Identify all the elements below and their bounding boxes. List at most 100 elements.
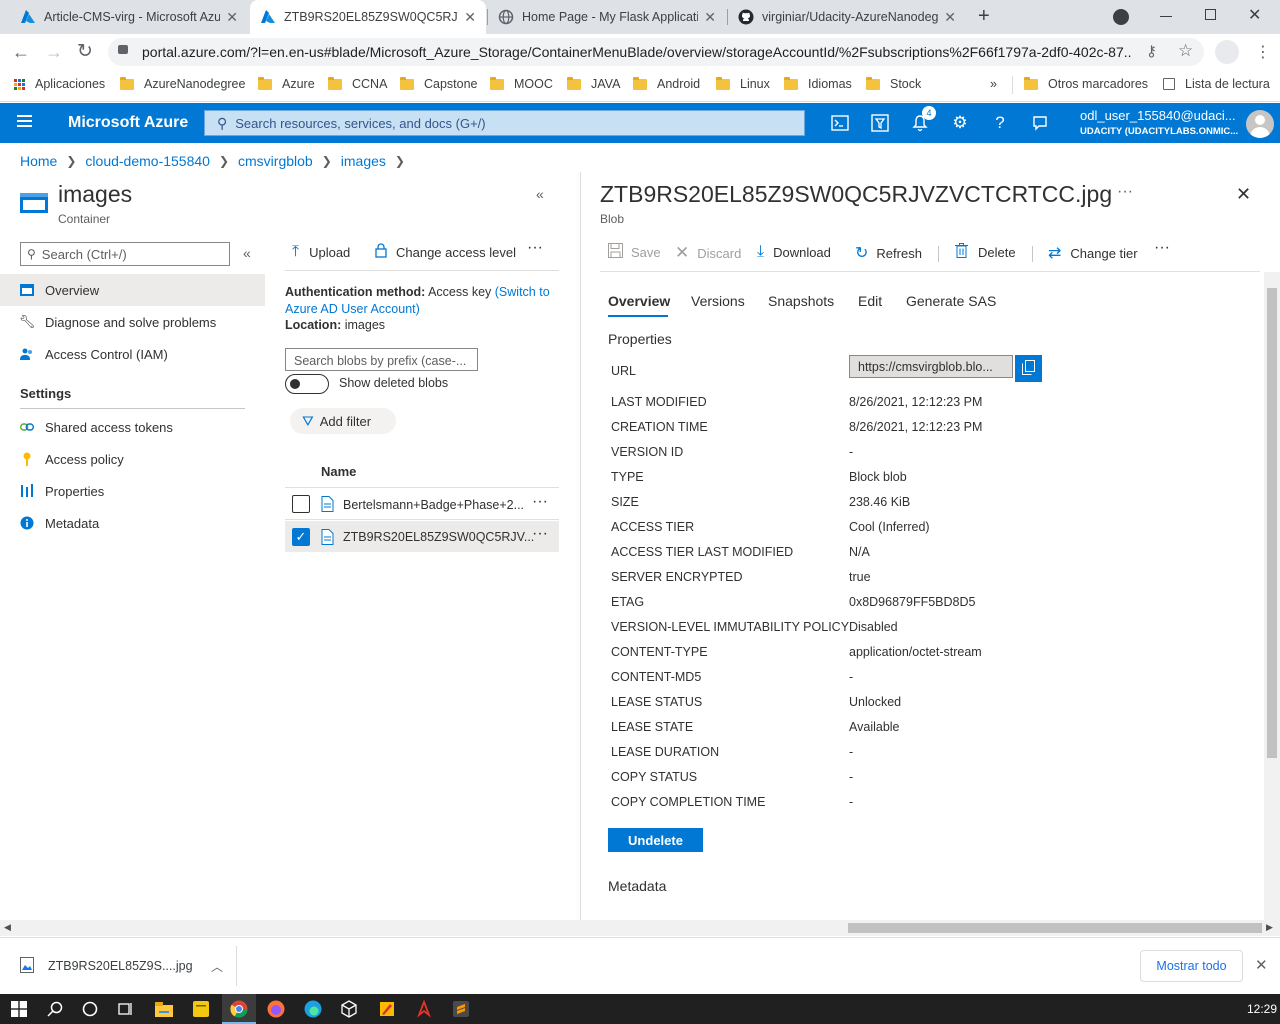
blob-name[interactable]: Bertelsmann+Badge+Phase+2... xyxy=(343,498,524,512)
close-blade-icon[interactable]: ✕ xyxy=(1236,184,1251,205)
copy-button[interactable] xyxy=(1015,355,1042,382)
download-item[interactable]: ZTB9RS20EL85Z9S....jpg ︿ xyxy=(10,948,235,984)
scroll-right-icon[interactable]: ▶ xyxy=(1266,922,1273,933)
table-row-selected[interactable]: ✓ ZTB9RS20EL85Z9SW0QC5RJV... ··· xyxy=(285,521,559,552)
back-icon[interactable]: ← xyxy=(12,42,30,63)
bookmark-folder[interactable]: MOOC xyxy=(490,76,553,91)
vertical-scrollbar[interactable] xyxy=(1264,272,1280,920)
close-icon[interactable]: ✕ xyxy=(944,9,956,26)
star-icon[interactable]: ☆ xyxy=(1178,41,1193,61)
bookmark-folder[interactable]: Stock xyxy=(866,76,921,91)
gear-icon[interactable]: ⚙ xyxy=(948,111,972,135)
blob-name[interactable]: ZTB9RS20EL85Z9SW0QC5RJV... xyxy=(343,530,534,544)
url-field[interactable]: https://cmsvirgblob.blo... xyxy=(849,355,1013,378)
profile-avatar[interactable] xyxy=(1215,40,1239,64)
refresh-button[interactable]: ↻ Refresh xyxy=(855,243,922,263)
bookmark-folder[interactable]: Android xyxy=(633,76,700,91)
breadcrumb-storage-account[interactable]: cmsvirgblob xyxy=(238,153,313,169)
undelete-button[interactable]: Undelete xyxy=(608,828,703,852)
feedback-icon[interactable] xyxy=(1028,111,1052,135)
menu-search-input[interactable]: ⚲ Search (Ctrl+/) xyxy=(20,242,230,266)
sticky-notes-icon[interactable] xyxy=(190,999,212,1019)
row-checkbox-checked[interactable]: ✓ xyxy=(292,528,310,546)
nav-overview[interactable]: Overview xyxy=(0,274,265,306)
minimize-button[interactable] xyxy=(1160,16,1172,17)
horizontal-scrollbar[interactable]: ◀ ▶ xyxy=(0,920,1280,936)
bookmark-folder[interactable]: JAVA xyxy=(567,76,620,91)
show-deleted-toggle[interactable] xyxy=(285,374,329,394)
tab-search-button[interactable] xyxy=(1113,9,1129,25)
bookmark-folder[interactable]: Azure xyxy=(258,76,315,91)
scroll-left-icon[interactable]: ◀ xyxy=(4,922,11,933)
browser-tab[interactable]: virginiar/Udacity-AzureNanodegree ✕ xyxy=(728,0,966,34)
bookmark-folder[interactable]: Linux xyxy=(716,76,770,91)
bookmark-apps[interactable]: Aplicaciones xyxy=(14,77,105,91)
windows-start-icon[interactable] xyxy=(8,999,30,1019)
directory-filter-icon[interactable] xyxy=(868,111,892,135)
virtualbox-icon[interactable] xyxy=(338,999,360,1019)
cloud-shell-icon[interactable] xyxy=(828,111,852,135)
bookmark-folder[interactable]: Idiomas xyxy=(784,76,852,91)
avatar[interactable] xyxy=(1246,110,1274,138)
key-icon[interactable]: ⚷ xyxy=(1146,42,1157,60)
discard-button[interactable]: ✕ Discard xyxy=(675,243,741,263)
nav-diagnose[interactable]: 🔧︎ Diagnose and solve problems xyxy=(0,306,265,338)
row-more-icon[interactable]: ··· xyxy=(532,525,548,543)
acrobat-icon[interactable] xyxy=(413,999,435,1019)
browser-tab[interactable]: Article-CMS-virg - Microsoft Azure ✕ xyxy=(10,0,248,34)
blob-more-button[interactable]: ··· xyxy=(1117,183,1133,201)
change-tier-button[interactable]: ⇄ Change tier xyxy=(1048,243,1138,263)
browser-tab[interactable]: Home Page - My Flask Application ✕ xyxy=(488,0,726,34)
sublime-icon[interactable] xyxy=(450,999,472,1019)
bookmark-folder[interactable]: Capstone xyxy=(400,76,478,91)
breadcrumb-home[interactable]: Home xyxy=(20,153,57,169)
close-icon[interactable]: ✕ xyxy=(226,9,238,26)
bookmark-folder[interactable]: AzureNanodegree xyxy=(120,76,245,91)
breadcrumb-resource-group[interactable]: cloud-demo-155840 xyxy=(85,153,210,169)
bookmarks-overflow[interactable]: » xyxy=(990,77,997,91)
cortana-icon[interactable] xyxy=(79,999,101,1019)
chevron-up-icon[interactable]: ︿ xyxy=(211,958,223,975)
forward-icon[interactable]: → xyxy=(45,42,63,63)
restore-button[interactable] xyxy=(1205,9,1216,20)
help-icon[interactable]: ? xyxy=(988,111,1012,135)
menu-icon[interactable]: ⋮ xyxy=(1255,42,1271,62)
nav-shared-access-tokens[interactable]: Shared access tokens xyxy=(0,411,265,443)
user-tenant[interactable]: UDACITY (UDACITYLABS.ONMIC... xyxy=(1080,126,1238,137)
edge-icon[interactable] xyxy=(302,999,324,1019)
address-bar[interactable]: portal.azure.com/?l=en.en-us#blade/Micro… xyxy=(108,38,1204,66)
blob-prefix-search-input[interactable]: Search blobs by prefix (case-... xyxy=(285,348,478,371)
search-icon[interactable] xyxy=(44,999,66,1019)
save-button[interactable]: Save xyxy=(608,243,661,261)
tab-overview[interactable]: Overview xyxy=(608,293,670,309)
reading-list[interactable]: Lista de lectura xyxy=(1163,77,1270,91)
upload-button[interactable]: ⤒ Upload xyxy=(292,243,350,261)
close-icon[interactable]: ✕ xyxy=(704,9,716,26)
add-filter-button[interactable]: ⛛ Add filter xyxy=(290,408,396,434)
collapse-menu-icon[interactable]: « xyxy=(243,245,251,261)
more-commands-button[interactable]: ··· xyxy=(1154,239,1170,257)
paint-icon[interactable] xyxy=(376,999,398,1019)
more-commands-button[interactable]: ··· xyxy=(527,239,543,257)
tab-versions[interactable]: Versions xyxy=(691,293,745,309)
change-access-level-button[interactable]: Change access level xyxy=(375,243,516,261)
collapse-blade-icon[interactable]: « xyxy=(536,186,544,202)
nav-access-policy[interactable]: Access policy xyxy=(0,443,265,475)
tab-generate-sas[interactable]: Generate SAS xyxy=(906,293,996,309)
bell-icon[interactable]: 4 xyxy=(908,106,936,135)
tab-snapshots[interactable]: Snapshots xyxy=(768,293,834,309)
close-icon[interactable]: ✕ xyxy=(464,9,476,26)
delete-button[interactable]: Delete xyxy=(955,243,1016,261)
brand[interactable]: Microsoft Azure xyxy=(68,114,188,132)
download-button[interactable]: ⤓ Download xyxy=(757,243,831,261)
table-row[interactable]: Bertelsmann+Badge+Phase+2... ··· xyxy=(285,489,559,520)
close-shelf-icon[interactable]: ✕ xyxy=(1255,956,1268,974)
column-header-name[interactable]: Name xyxy=(321,464,356,479)
hamburger-icon[interactable] xyxy=(17,115,32,117)
show-all-downloads-button[interactable]: Mostrar todo xyxy=(1140,950,1243,982)
tab-edit[interactable]: Edit xyxy=(858,293,882,309)
chrome-taskbar-button[interactable] xyxy=(222,994,256,1024)
row-more-icon[interactable]: ··· xyxy=(532,493,548,511)
breadcrumb-container[interactable]: images xyxy=(341,153,386,169)
nav-properties[interactable]: Properties xyxy=(0,475,265,507)
